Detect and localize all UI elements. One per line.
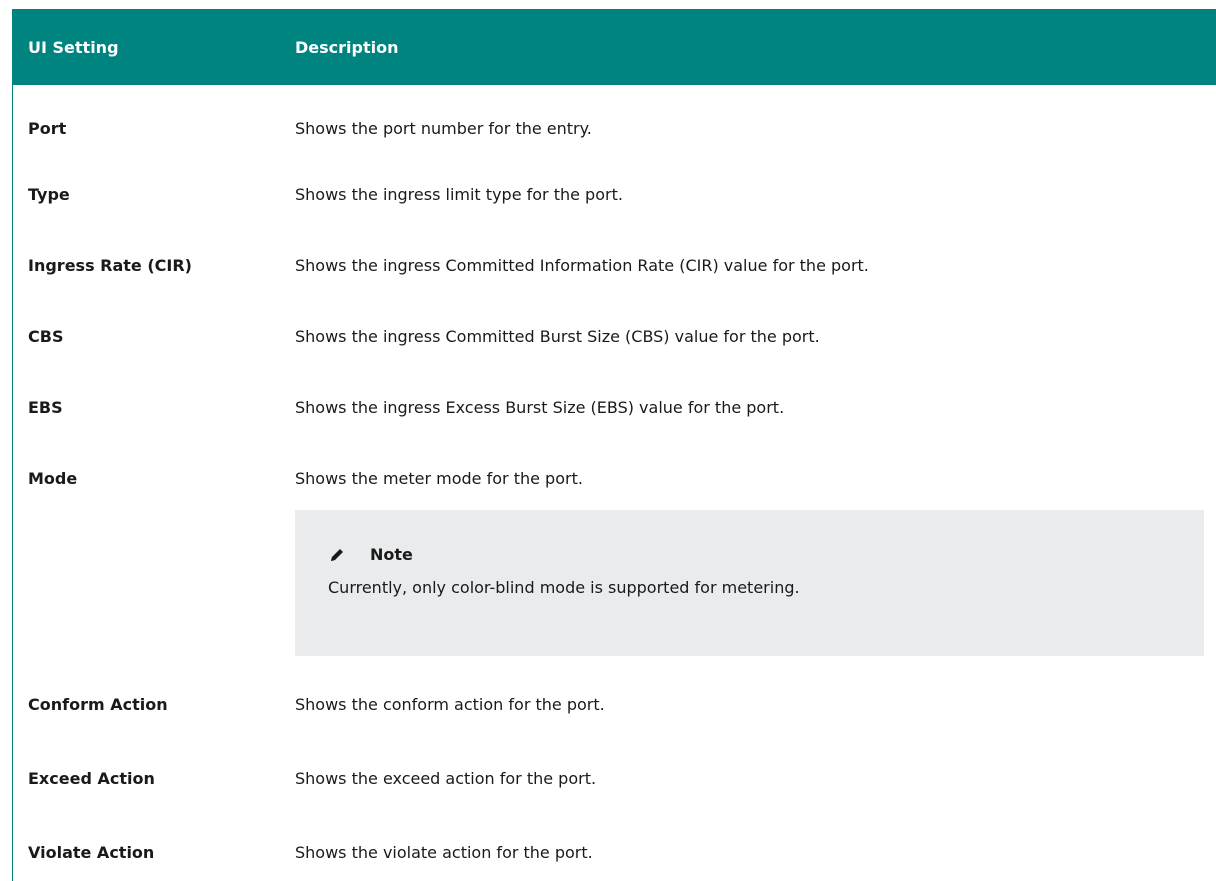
setting-description: Shows the ingress Excess Burst Size (EBS…	[295, 398, 785, 417]
setting-name: Ingress Rate (CIR)	[28, 256, 192, 275]
setting-description: Shows the conform action for the port.	[295, 695, 605, 714]
setting-name: EBS	[28, 398, 63, 417]
setting-description: Shows the ingress limit type for the por…	[295, 185, 623, 204]
setting-name: Type	[28, 185, 70, 204]
setting-name: Conform Action	[28, 695, 168, 714]
table-row: Conform Action Shows the conform action …	[13, 695, 1216, 715]
setting-name: Exceed Action	[28, 769, 155, 788]
ui-settings-table: UI Setting Description Port Shows the po…	[12, 9, 1216, 881]
note-box: Note Currently, only color-blind mode is…	[295, 510, 1204, 656]
setting-name: Port	[28, 119, 67, 138]
setting-description: Shows the ingress Committed Burst Size (…	[295, 327, 820, 346]
table-row: Exceed Action Shows the exceed action fo…	[13, 769, 1216, 789]
table-row: CBS Shows the ingress Committed Burst Si…	[13, 327, 1216, 347]
setting-description-with-note: Shows the meter mode for the port. Note …	[295, 469, 1216, 656]
setting-description: Shows the port number for the entry.	[295, 119, 592, 138]
column-header-description: Description	[295, 37, 399, 57]
note-title: Note	[370, 545, 413, 564]
table-row: Ingress Rate (CIR) Shows the ingress Com…	[13, 256, 1216, 276]
setting-description: Shows the ingress Committed Information …	[295, 256, 869, 275]
note-header: Note	[328, 545, 1204, 565]
setting-description: Shows the violate action for the port.	[295, 843, 593, 862]
table-header: UI Setting Description	[13, 9, 1216, 85]
table-row: Type Shows the ingress limit type for th…	[13, 185, 1216, 205]
column-header-ui-setting: UI Setting	[28, 37, 119, 57]
table-row: Violate Action Shows the violate action …	[13, 843, 1216, 863]
note-text: Currently, only color-blind mode is supp…	[328, 578, 800, 597]
setting-name: Mode	[28, 469, 78, 488]
setting-name: Violate Action	[28, 843, 155, 862]
table-row: EBS Shows the ingress Excess Burst Size …	[13, 398, 1216, 418]
table-row: Mode Shows the meter mode for the port. …	[13, 469, 1216, 656]
pencil-icon	[328, 546, 346, 564]
setting-description: Shows the meter mode for the port.	[295, 469, 583, 488]
setting-name: CBS	[28, 327, 64, 346]
setting-description: Shows the exceed action for the port.	[295, 769, 597, 788]
table-row: Port Shows the port number for the entry…	[13, 119, 1216, 139]
